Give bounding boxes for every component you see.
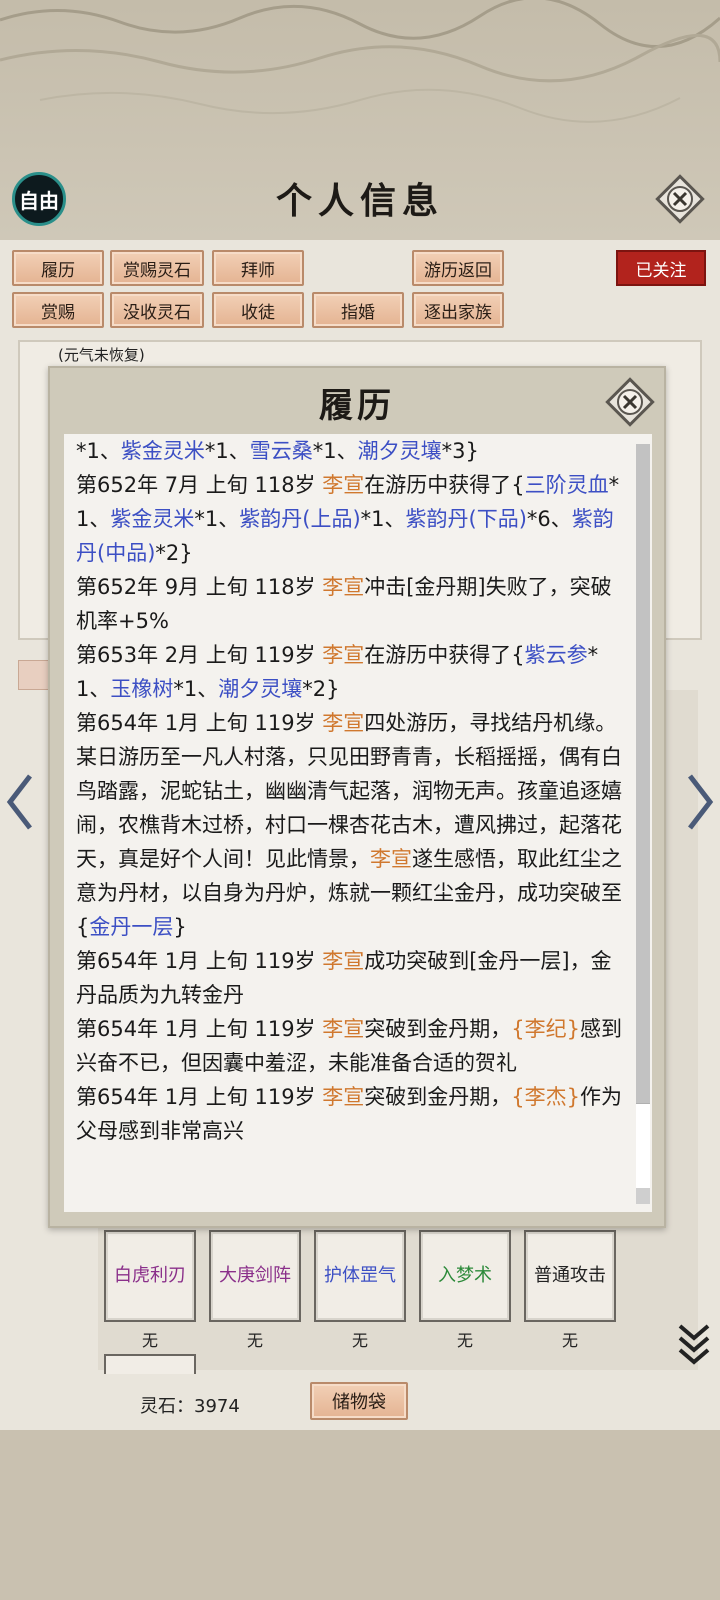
item-name: 潮夕灵壤 xyxy=(357,439,442,463)
skill-card-3[interactable]: 护体罡气 xyxy=(314,1230,406,1322)
expel-button[interactable]: 逐出家族 xyxy=(412,292,504,328)
character-name: 李宣 xyxy=(322,1017,365,1041)
history-text: 第653年 2月 上旬 119岁 xyxy=(76,643,323,667)
page-title: 个人信息 xyxy=(275,180,444,222)
history-text: *1、 xyxy=(312,439,358,463)
item-name: 紫金灵米 xyxy=(110,507,195,531)
history-entry: 第654年 1月 上旬 119岁 李宣四处游历，寻找结丹机缘。某日游历至一凡人村… xyxy=(76,706,624,944)
history-text: *2} xyxy=(155,541,193,565)
expand-down-button[interactable] xyxy=(676,1322,712,1368)
history-text: 第652年 9月 上旬 118岁 xyxy=(76,575,323,599)
skill-name: 大庚剑阵 xyxy=(219,1265,291,1286)
skill-card-1[interactable]: 白虎利刃 xyxy=(104,1230,196,1322)
history-text: 第654年 1月 上旬 119岁 xyxy=(76,711,323,735)
history-text: 在游历中获得了{ xyxy=(364,473,525,497)
item-name: 玉橡树 xyxy=(110,677,174,701)
close-icon xyxy=(655,174,705,224)
bottom-background xyxy=(0,1430,720,1600)
history-text: *1、 xyxy=(360,507,406,531)
history-text: *3} xyxy=(441,439,479,463)
history-text: *1、 xyxy=(173,677,219,701)
character-name: 李宣 xyxy=(322,949,365,973)
item-name: 三阶灵血 xyxy=(524,473,609,497)
item-name: 紫金灵米 xyxy=(120,439,205,463)
character-name: 李宣 xyxy=(322,711,365,735)
history-text: 第654年 1月 上旬 119岁 xyxy=(76,1085,323,1109)
skill-card-5[interactable]: 普通攻击 xyxy=(524,1230,616,1322)
history-entry: 第654年 1月 上旬 119岁 李宣突破到金丹期，{李纪}感到兴奋不已，但因囊… xyxy=(76,1012,624,1080)
history-button[interactable]: 履历 xyxy=(12,250,104,286)
skill-level: 无 xyxy=(456,1331,473,1350)
modal-title: 履历 xyxy=(319,386,395,426)
history-text: } xyxy=(173,915,187,939)
skill-name: 白虎利刃 xyxy=(114,1265,186,1286)
character-name: 李宣 xyxy=(322,1085,365,1109)
skill-level: 无 xyxy=(561,1331,578,1350)
skill-name: 普通攻击 xyxy=(534,1265,606,1286)
character-name: 李宣 xyxy=(322,643,365,667)
chevron-right-icon xyxy=(688,774,714,830)
skill-level: 无 xyxy=(141,1331,158,1350)
history-list: *1、紫金灵米*1、雪云桑*1、潮夕灵壤*3} 第652年 7月 上旬 118岁 … xyxy=(76,434,624,1148)
character-name: 李宣 xyxy=(322,473,365,497)
history-text: 第654年 1月 上旬 119岁 xyxy=(76,949,323,973)
skill-name: 入梦术 xyxy=(438,1265,492,1286)
item-name: 潮夕灵壤 xyxy=(218,677,303,701)
page-close-button[interactable] xyxy=(652,171,708,227)
history-text: *6、 xyxy=(526,507,572,531)
history-text: *1、 xyxy=(76,439,121,463)
item-name: 紫云参 xyxy=(524,643,588,667)
character-name: 李宣 xyxy=(370,847,412,871)
scrollbar-end xyxy=(636,1188,650,1204)
reward-button[interactable]: 赏赐 xyxy=(12,292,104,328)
item-name: 紫韵丹(下品) xyxy=(405,507,527,531)
item-name: 雪云桑 xyxy=(249,439,313,463)
item-name: 紫韵丹(上品) xyxy=(239,507,361,531)
prev-character-button[interactable] xyxy=(4,772,38,832)
history-text: 在游历中获得了{ xyxy=(364,643,525,667)
double-chevron-down-icon xyxy=(678,1324,710,1365)
character-name: {李纪} xyxy=(511,1017,580,1041)
spirit-stone-count: 灵石：3974 xyxy=(140,1396,240,1417)
skill-card-4[interactable]: 入梦术 xyxy=(419,1230,511,1322)
take-disciple-button[interactable]: 收徒 xyxy=(212,292,304,328)
history-entry: 第654年 1月 上旬 119岁 李宣突破到金丹期，{李杰}作为父母感到非常高兴 xyxy=(76,1080,624,1148)
character-name: {李杰} xyxy=(511,1085,580,1109)
history-text: 突破到金丹期， xyxy=(364,1085,512,1109)
close-icon xyxy=(605,377,655,427)
history-entry: 第653年 2月 上旬 119岁 李宣在游历中获得了{紫云参*1、玉橡树*1、潮… xyxy=(76,638,624,706)
character-name: 李宣 xyxy=(322,575,365,599)
history-entry: 第652年 7月 上旬 118岁 李宣在游历中获得了{三阶灵血*1、紫金灵米*1… xyxy=(76,468,624,570)
history-entry: 第654年 1月 上旬 119岁 李宣成功突破到[金丹一层]，金丹品质为九转金丹 xyxy=(76,944,624,1012)
travel-return-button[interactable]: 游历返回 xyxy=(412,250,504,286)
skill-name: 护体罡气 xyxy=(324,1265,396,1286)
follow-button[interactable]: 已关注 xyxy=(616,250,706,286)
reward-stones-button[interactable]: 赏赐灵石 xyxy=(110,250,204,286)
history-text: 突破到金丹期， xyxy=(364,1017,512,1041)
next-character-button[interactable] xyxy=(682,772,716,832)
skill-level: 无 xyxy=(351,1331,368,1350)
take-master-button[interactable]: 拜师 xyxy=(212,250,304,286)
history-text: *2} xyxy=(302,677,340,701)
scrollbar-thumb[interactable] xyxy=(636,444,650,1104)
scrollbar-track xyxy=(636,1104,650,1188)
skill-card-2[interactable]: 大庚剑阵 xyxy=(209,1230,301,1322)
history-text: *1、 xyxy=(194,507,240,531)
history-text: 第652年 7月 上旬 118岁 xyxy=(76,473,323,497)
modal-close-button[interactable] xyxy=(602,374,658,430)
skill-level: 无 xyxy=(246,1331,263,1350)
history-text: *1、 xyxy=(204,439,250,463)
confiscate-stones-button[interactable]: 没收灵石 xyxy=(110,292,204,328)
chevron-left-icon xyxy=(6,774,32,830)
status-tag: (元气未恢复) xyxy=(58,346,145,364)
skill-card-6[interactable] xyxy=(104,1354,196,1374)
item-name: 金丹一层 xyxy=(89,915,174,939)
history-text: 第654年 1月 上旬 119岁 xyxy=(76,1017,323,1041)
arrange-marriage-button[interactable]: 指婚 xyxy=(312,292,404,328)
history-scroll-area[interactable]: *1、紫金灵米*1、雪云桑*1、潮夕灵壤*3} 第652年 7月 上旬 118岁 … xyxy=(64,434,652,1212)
storage-bag-button[interactable]: 储物袋 xyxy=(310,1382,408,1420)
history-entry: 第652年 9月 上旬 118岁 李宣冲击[金丹期]失败了，突破机率+5% xyxy=(76,570,624,638)
history-entry: *1、紫金灵米*1、雪云桑*1、潮夕灵壤*3} xyxy=(76,434,624,468)
